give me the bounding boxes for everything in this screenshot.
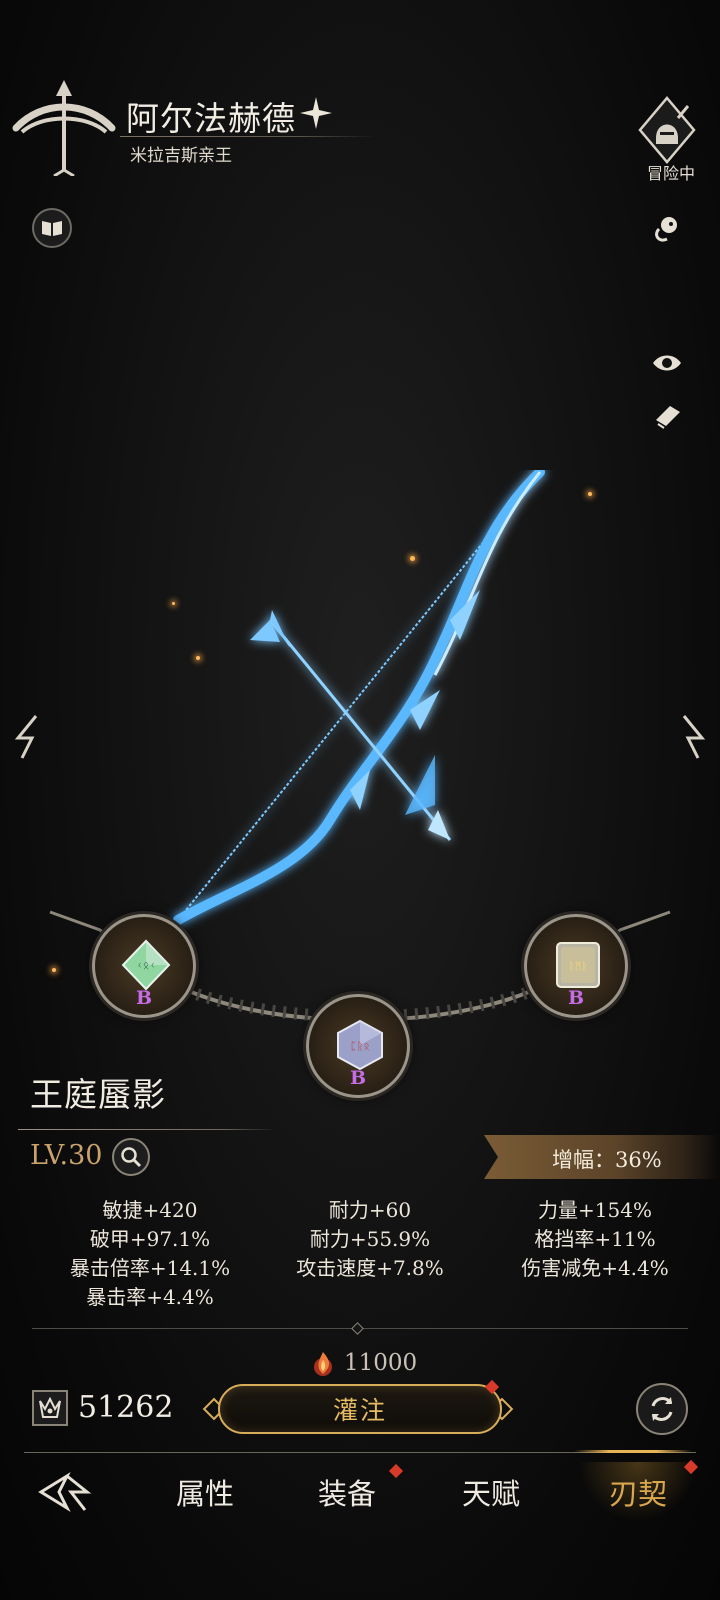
rune-grade: B — [349, 1067, 367, 1089]
bow-crest-icon — [12, 80, 116, 176]
stat-line: 耐力+55.9% — [309, 1227, 431, 1251]
stat-line: 敏捷+420 — [102, 1198, 198, 1222]
stat-line: 暴击率+4.4% — [86, 1285, 214, 1309]
weapon-divider — [18, 1129, 276, 1130]
hero-title: 米拉吉斯亲王 — [130, 146, 232, 166]
four-point-star-icon — [300, 97, 332, 129]
stat-line: 攻击速度+7.8% — [296, 1256, 444, 1280]
ember-particle — [172, 602, 175, 605]
previous-weapon-arrow[interactable] — [10, 712, 46, 762]
infuse-button-label: 灌注 — [332, 1396, 387, 1425]
notes-button[interactable] — [648, 398, 686, 436]
infuse-cost: 11000 — [344, 1350, 418, 1376]
back-button[interactable] — [30, 1462, 100, 1522]
ember-particle — [196, 656, 200, 660]
rune-grade: B — [135, 987, 153, 1009]
rune-gem-icon: ᛈᚱᛟ — [337, 1019, 383, 1071]
flame-orb-icon — [314, 1352, 332, 1376]
active-tab-indicator — [574, 1450, 692, 1453]
weapon-name: 王庭蜃影 — [30, 1075, 166, 1114]
tab-blade-pact[interactable]: 刃契 — [578, 1462, 698, 1522]
codex-button[interactable] — [32, 208, 72, 248]
rune-socket-1[interactable]: ᚲᛟᚲ B — [92, 914, 196, 1018]
knight-helmet-icon[interactable] — [638, 96, 696, 166]
rune-socket-3[interactable]: ᚱᛗᚱ B — [524, 914, 628, 1018]
stats-column: 耐力+60 耐力+55.9% 攻击速度+7.8% — [270, 1196, 470, 1283]
ember-particle — [588, 492, 592, 496]
book-icon — [42, 221, 62, 236]
stat-line: 伤害减免+4.4% — [521, 1256, 669, 1280]
amplify-label: 增幅：36% — [552, 1148, 662, 1172]
tab-equipment[interactable]: 装备 — [292, 1462, 402, 1522]
rune-socket-2[interactable]: ᛈᚱᛟ B — [306, 994, 410, 1098]
refresh-icon — [651, 1397, 673, 1421]
stat-line: 格挡率+11% — [534, 1227, 656, 1251]
rune-grade: B — [567, 987, 585, 1009]
infuse-button[interactable]: 灌注 — [218, 1384, 502, 1434]
svg-text:ᚱᛗᚱ: ᚱᛗᚱ — [568, 960, 588, 973]
next-weapon-arrow[interactable] — [674, 712, 710, 762]
eye-icon — [653, 355, 681, 371]
svg-text:ᛈᚱᛟ: ᛈᚱᛟ — [350, 1040, 370, 1053]
rune-gem-icon: ᚲᛟᚲ — [121, 939, 171, 991]
stats-column: 敏捷+420 破甲+97.1% 暴击倍率+14.1% 暴击率+4.4% — [40, 1196, 260, 1312]
ember-particle — [410, 556, 415, 561]
stats-column: 力量+154% 格挡率+11% 伤害减免+4.4% — [490, 1196, 700, 1283]
stat-line: 力量+154% — [538, 1198, 652, 1222]
magnifier-icon — [121, 1147, 142, 1168]
stat-line: 耐力+60 — [328, 1198, 412, 1222]
weapon-level: LV.30 — [30, 1140, 103, 1171]
refresh-button[interactable] — [636, 1383, 688, 1435]
crown-shard-icon — [32, 1390, 68, 1426]
svg-text:ᚲᛟᚲ: ᚲᛟᚲ — [136, 959, 156, 972]
back-emblem-icon — [38, 1471, 92, 1513]
tab-talents[interactable]: 天赋 — [436, 1462, 546, 1522]
currency-amount: 51262 — [78, 1390, 174, 1425]
stat-line: 暴击倍率+14.1% — [69, 1256, 231, 1280]
inspect-button[interactable] — [112, 1138, 150, 1176]
pet-icon — [655, 217, 677, 242]
pet-button[interactable] — [648, 210, 686, 248]
rune-gem-icon: ᚱᛗᚱ — [556, 942, 600, 988]
hero-divider — [120, 136, 375, 137]
tab-attributes[interactable]: 属性 — [150, 1462, 260, 1522]
status-label: 冒险中 — [646, 164, 695, 183]
hero-name: 阿尔法赫德 — [126, 99, 296, 138]
preview-button[interactable] — [648, 344, 686, 382]
note-icon — [656, 406, 680, 429]
ice-bow-art — [173, 470, 545, 925]
stat-line: 破甲+97.1% — [89, 1227, 211, 1251]
